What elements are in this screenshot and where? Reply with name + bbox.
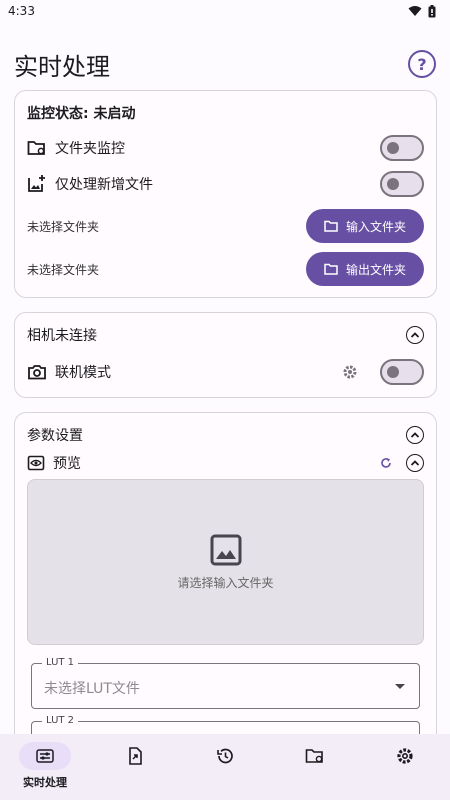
refresh-icon[interactable]: [380, 457, 392, 469]
nav-settings[interactable]: [370, 742, 440, 770]
camera-card: 相机未连接 联机模式: [14, 312, 437, 398]
tether-mode-switch[interactable]: [380, 359, 424, 385]
dropdown-arrow-icon: [395, 684, 405, 689]
new-only-label: 仅处理新增文件: [55, 177, 153, 193]
tether-mode-label: 联机模式: [55, 365, 111, 381]
folder-settings-icon: [305, 749, 323, 763]
status-bar: 4:33: [0, 0, 450, 22]
chevron-up-icon: [410, 460, 420, 466]
folder-icon: [324, 220, 338, 232]
preview-placeholder: 请选择输入文件夹: [177, 575, 274, 590]
camera-status: 相机未连接: [27, 328, 97, 344]
new-only-switch[interactable]: [380, 171, 424, 197]
nav-history[interactable]: [190, 742, 260, 770]
help-button[interactable]: ?: [408, 50, 436, 78]
camera-collapse-button[interactable]: [406, 326, 424, 344]
output-folder-path: 未选择文件夹: [27, 262, 100, 277]
nav-realtime[interactable]: 实时处理: [10, 742, 80, 790]
lut1-label: LUT 1: [42, 657, 79, 668]
lut2-label: LUT 2: [42, 715, 79, 726]
gear-icon: [397, 748, 413, 764]
preview-icon: [27, 455, 45, 471]
input-folder-path: 未选择文件夹: [27, 219, 100, 234]
monitor-status: 监控状态: 未启动: [27, 106, 136, 122]
input-folder-button-label: 输入文件夹: [345, 219, 406, 234]
tune-icon: [36, 749, 54, 763]
nav-realtime-label: 实时处理: [23, 776, 67, 789]
preview-collapse-button[interactable]: [406, 454, 424, 472]
params-title: 参数设置: [27, 428, 83, 444]
nav-folders[interactable]: [280, 742, 350, 770]
question-icon: ?: [417, 54, 427, 74]
add-photo-icon: [28, 175, 45, 192]
input-folder-button[interactable]: 输入文件夹: [305, 209, 424, 243]
nav-export[interactable]: [100, 742, 170, 770]
bottom-nav: 实时处理: [0, 734, 450, 800]
image-icon: [210, 534, 241, 565]
history-icon: [217, 748, 233, 764]
app-header: 实时处理 ?: [14, 44, 436, 84]
page-title: 实时处理: [14, 52, 110, 81]
gear-icon[interactable]: [342, 364, 358, 380]
battery-icon: [428, 4, 436, 17]
monitor-card: 监控状态: 未启动 文件夹监控 仅处理新增文件 未选择文件夹 输入文件夹 未选择…: [14, 90, 437, 298]
folder-monitor-label: 文件夹监控: [55, 141, 125, 157]
lut1-select[interactable]: LUT 1 未选择LUT文件: [31, 657, 420, 709]
folder-monitor-switch[interactable]: [380, 135, 424, 161]
chevron-up-icon: [410, 432, 420, 438]
file-export-icon: [129, 747, 142, 765]
folder-settings-icon: [27, 141, 45, 155]
params-collapse-button[interactable]: [406, 426, 424, 444]
output-folder-button[interactable]: 输出文件夹: [305, 252, 424, 286]
chevron-up-icon: [410, 332, 420, 338]
folder-icon: [324, 263, 338, 275]
status-time: 4:33: [8, 4, 35, 18]
output-folder-button-label: 输出文件夹: [345, 262, 406, 277]
camera-icon: [28, 365, 46, 380]
wifi-icon: [408, 6, 422, 16]
lut1-value: 未选择LUT文件: [44, 681, 140, 697]
preview-label: 预览: [53, 456, 81, 472]
preview-area[interactable]: 请选择输入文件夹: [27, 479, 424, 645]
